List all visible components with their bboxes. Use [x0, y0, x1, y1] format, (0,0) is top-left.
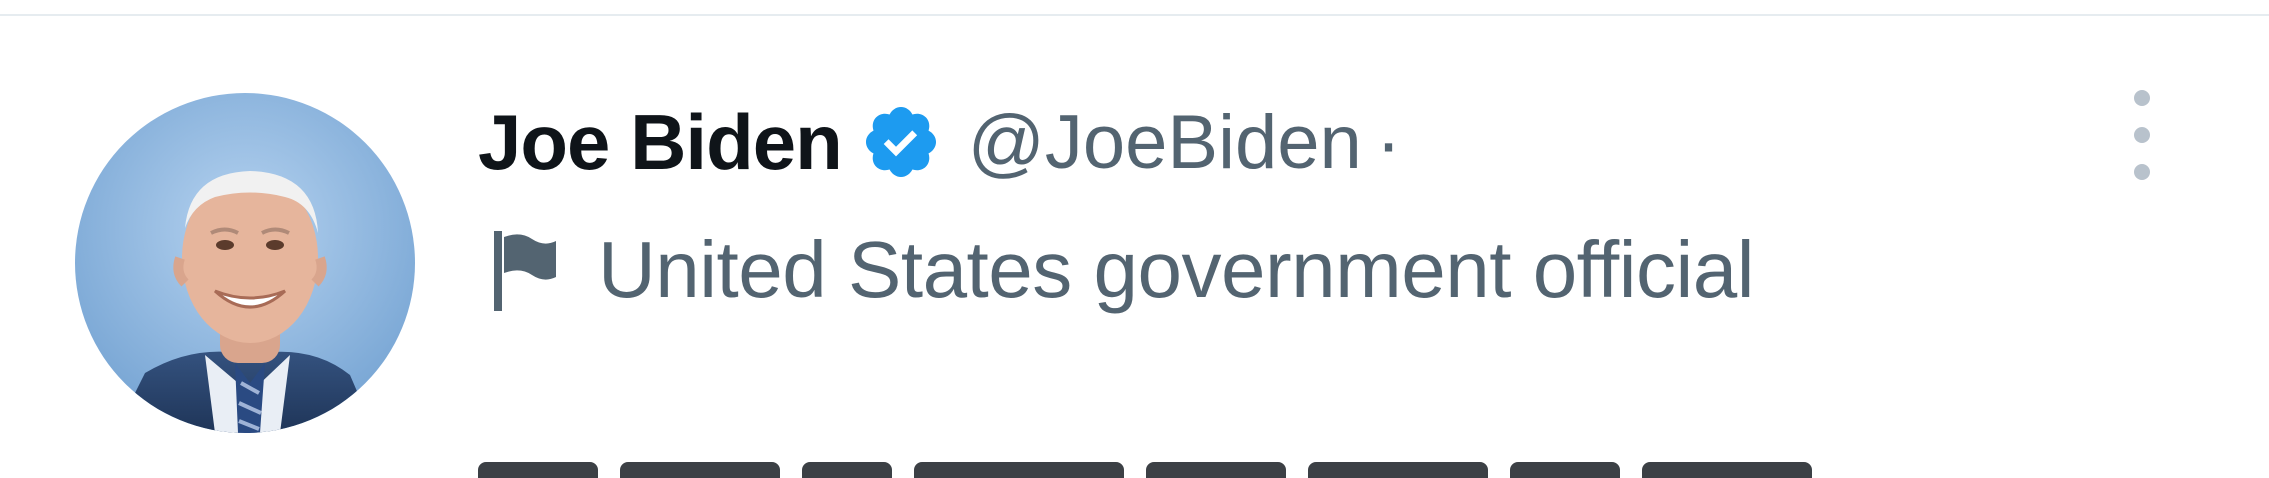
avatar[interactable]: [75, 93, 415, 433]
text-fragment: [914, 462, 1124, 478]
display-name[interactable]: Joe Biden: [478, 97, 843, 188]
tweet-header: Joe Biden @JoeBiden ·: [478, 92, 1401, 192]
more-options-button[interactable]: [2118, 90, 2166, 180]
more-options-dot: [2134, 164, 2150, 180]
verified-badge-icon: [860, 101, 942, 183]
flag-icon: [490, 227, 560, 313]
user-handle[interactable]: @JoeBiden: [968, 99, 1362, 186]
separator-dot: ·: [1375, 99, 1402, 185]
more-options-dot: [2134, 127, 2150, 143]
more-options-icon: [2134, 90, 2150, 106]
affiliation-text: United States government official: [598, 225, 1755, 314]
text-fragment: [620, 462, 780, 478]
tweet-card: Joe Biden @JoeBiden · United States gove…: [0, 0, 2269, 478]
text-fragment: [1308, 462, 1488, 478]
text-fragment: [478, 462, 598, 478]
avatar-photo: [75, 93, 415, 433]
text-fragment: [802, 462, 892, 478]
divider: [0, 14, 2269, 16]
affiliation-label[interactable]: United States government official: [490, 215, 1755, 325]
text-fragment: [1146, 462, 1286, 478]
text-fragment: [1510, 462, 1620, 478]
tweet-text-cutoff: [478, 462, 2078, 478]
text-fragment: [1642, 462, 1812, 478]
